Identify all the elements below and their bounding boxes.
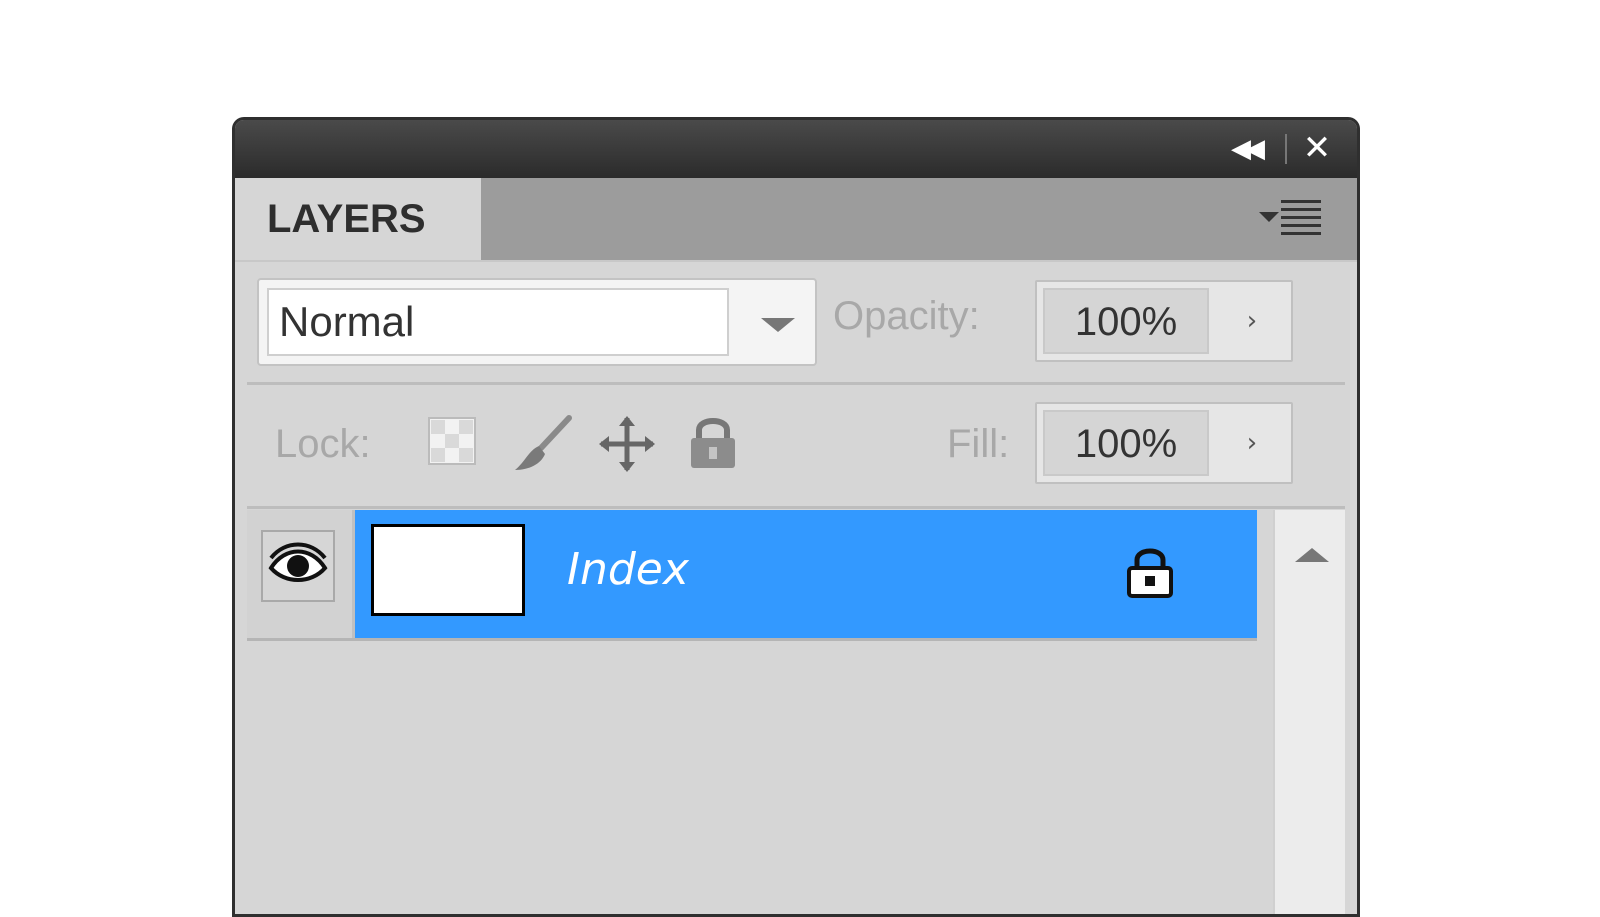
layer-name[interactable]: Index <box>567 544 689 595</box>
scroll-up-icon[interactable] <box>1295 548 1329 562</box>
lock-image-pixels-icon[interactable] <box>511 414 572 470</box>
row-divider <box>247 638 1257 641</box>
fill-field[interactable]: 100% › <box>1035 402 1293 484</box>
blend-mode-value: Normal <box>267 288 729 356</box>
layer-thumbnail <box>371 524 525 616</box>
visibility-cell <box>247 510 355 638</box>
layers-list: Index <box>247 510 1345 914</box>
opacity-field[interactable]: 100% › <box>1035 280 1293 362</box>
lock-position-icon[interactable] <box>597 414 655 472</box>
menu-arrow-icon <box>1259 212 1279 222</box>
hamburger-menu-icon <box>1281 200 1321 238</box>
lock-transparent-pixels-icon[interactable] <box>425 414 481 470</box>
blend-mode-dropdown[interactable]: Normal <box>257 278 817 366</box>
panel-tabbar: LAYERS <box>235 178 1357 262</box>
divider <box>247 506 1345 509</box>
close-panel-button[interactable]: ✕ <box>1297 130 1337 166</box>
visibility-toggle[interactable] <box>261 530 335 602</box>
layers-scrollbar[interactable] <box>1273 510 1345 914</box>
opacity-input[interactable]: 100% <box>1043 288 1209 354</box>
eye-icon <box>268 542 328 582</box>
divider <box>247 382 1345 385</box>
lock-fill-row: Lock: Fill: 100% › <box>235 386 1357 510</box>
titlebar-separator <box>1285 134 1287 164</box>
fill-label: Fill: <box>947 422 1010 466</box>
lock-label: Lock: <box>275 422 371 466</box>
collapse-to-icons-button[interactable]: ◀◀ <box>1225 134 1265 164</box>
lock-all-icon[interactable] <box>687 414 743 470</box>
layers-panel: ◀◀ ✕ LAYERS Normal Opacity: 100% › Lock: <box>232 117 1360 917</box>
opacity-label: Opacity: <box>833 294 980 338</box>
opacity-slider-button[interactable]: › <box>1217 288 1287 354</box>
fill-input[interactable]: 100% <box>1043 410 1209 476</box>
layer-row-selected[interactable]: Index <box>355 510 1257 638</box>
fill-slider-button[interactable]: › <box>1217 410 1287 476</box>
panel-menu-button[interactable] <box>1259 200 1329 240</box>
layer-lock-icon <box>1125 544 1175 600</box>
tab-layers[interactable]: LAYERS <box>235 178 481 260</box>
chevron-down-icon <box>761 318 795 332</box>
blend-opacity-row: Normal Opacity: 100% › <box>235 260 1357 386</box>
panel-titlebar[interactable]: ◀◀ ✕ <box>235 120 1357 178</box>
layer-row[interactable]: Index <box>247 510 1257 638</box>
